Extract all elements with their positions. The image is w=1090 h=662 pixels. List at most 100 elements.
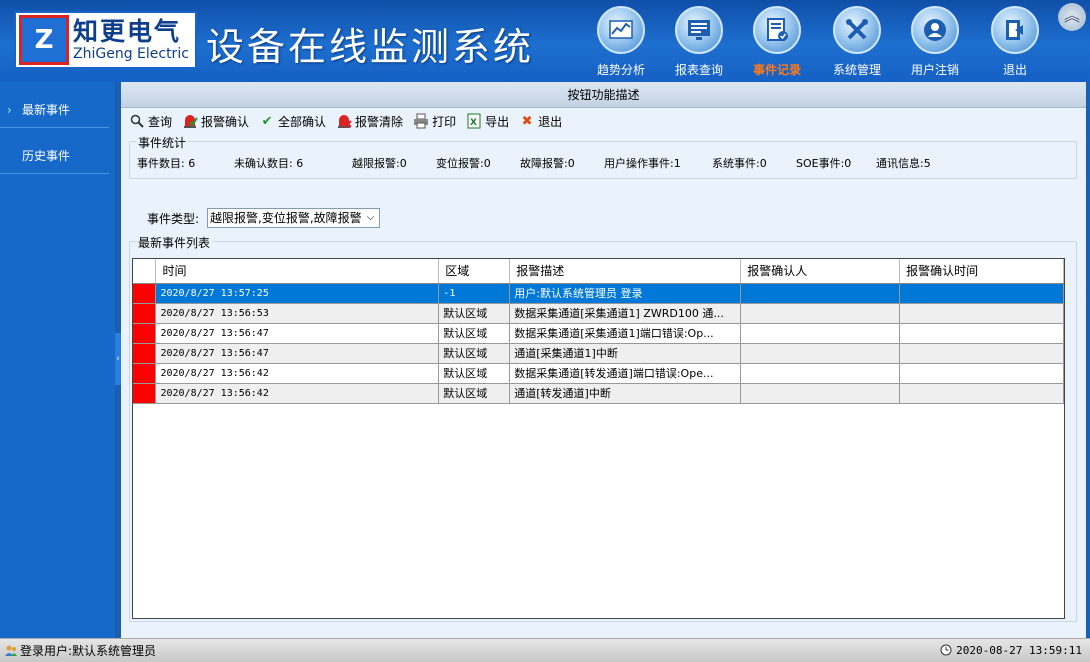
cell-confirmer [740,343,901,364]
nav-label: 事件记录 [752,63,801,77]
event-record-icon [753,6,801,54]
status-datetime: 2020-08-27 13:59:11 [956,644,1082,657]
cell-confirm-time [899,283,1064,304]
event-statistics-group: 事件统计 事件数目: 6 未确认数目: 6 越限报警:0 变位报警:0 故障报警… [129,134,1077,179]
status-bar: 登录用户:默认系统管理员 2020-08-27 13:59:11 [0,638,1090,662]
cell-time: 2020/8/27 13:56:47 [155,343,440,364]
exit-button[interactable]: ✖ 退出 [519,113,562,130]
stat-limit-alarm: 越限报警:0 [352,157,407,170]
cell-description: 数据采集通道[采集通道1] ZWRD100 通... [509,303,742,324]
stats-row: 事件数目: 6 未确认数目: 6 越限报警:0 变位报警:0 故障报警:0 用户… [137,155,931,171]
collapse-header-icon[interactable]: ︽ [1058,3,1086,31]
nav-user-logout[interactable]: 用户注销 [902,6,968,78]
alarm-flag [133,343,157,364]
tools-icon [833,6,881,54]
sidebar-item-latest-events[interactable]: › 最新事件 [0,82,109,128]
system-title: 设备在线监测系统 [206,25,535,69]
table-row[interactable]: 2020/8/27 13:56:42 默认区域 数据采集通道[转发通道]端口错误… [133,363,1064,384]
nav-label: 用户注销 [910,63,959,77]
report-monitor-icon [675,6,723,54]
stat-event-count: 事件数目: 6 [137,157,196,170]
table-row[interactable]: 2020/8/27 13:56:47 默认区域 通道[采集通道1]中断 [133,343,1064,364]
cell-time: 2020/8/27 13:56:47 [155,323,440,344]
cell-area: 默认区域 [438,303,511,324]
table-row[interactable]: 2020/8/27 13:56:42 默认区域 通道[转发通道]中断 [133,383,1064,404]
sidebar-item-history-events[interactable]: 历史事件 [0,128,109,174]
column-header-time[interactable]: 时间 [155,259,440,284]
cell-description: 通道[转发通道]中断 [509,383,742,404]
logo-mark: Z [19,15,69,65]
alarm-confirm-icon [182,113,198,129]
event-type-filter: 事件类型: 越限报警,变位报警,故障报警 ⌵ [147,208,381,228]
panel-title: 按钮功能描述 [121,82,1086,108]
excel-export-icon: X [466,113,482,129]
group-legend: 最新事件列表 [136,234,213,251]
nav-label: 报表查询 [674,63,723,77]
stat-change-alarm: 变位报警:0 [436,157,491,170]
table-header-row: 时间 区域 报警描述 报警确认人 报警确认时间 [133,259,1064,284]
column-header-confirmer[interactable]: 报警确认人 [740,259,901,284]
alarm-confirm-button[interactable]: 报警确认 [182,113,249,130]
printer-icon [413,113,429,129]
stat-fault-alarm: 故障报警:0 [520,157,575,170]
nav-label: 系统管理 [832,63,881,77]
svg-text:X: X [470,118,477,128]
app-header: Z 知更电气 ZhiGeng Electric 设备在线监测系统 趋势分析 报表… [0,0,1090,82]
cell-time: 2020/8/27 13:56:42 [155,363,440,384]
cell-confirm-time [899,323,1064,344]
cell-confirmer [740,283,901,304]
column-header-confirm-time[interactable]: 报警确认时间 [899,259,1064,284]
logo-en-text: ZhiGeng Electric [73,46,189,62]
cell-description: 数据采集通道[采集通道1]端口错误:Op... [509,323,742,344]
sidebar: › 最新事件 历史事件 [0,82,115,638]
toolbar: 查询 报警确认 ✔ 全部确认 报警清除 打印 X 导出 ✖ 退出 [129,111,572,131]
print-button[interactable]: 打印 [413,113,456,130]
exit-door-icon [991,6,1039,54]
nav-exit[interactable]: 退出 [982,6,1048,78]
clock-icon [940,644,954,658]
nav-system-management[interactable]: 系统管理 [824,6,890,78]
column-header-description[interactable]: 报警描述 [509,259,742,284]
chevron-down-icon: ⌵ [362,209,380,227]
event-type-select[interactable]: 越限报警,变位报警,故障报警 ⌵ [207,208,381,228]
cell-area: 默认区域 [438,363,511,384]
cell-confirm-time [899,383,1064,404]
alarm-clear-button[interactable]: 报警清除 [336,113,403,130]
logo-cn-text: 知更电气 [73,17,182,46]
nav-event-record[interactable]: 事件记录 [744,6,810,78]
cell-time: 2020/8/27 13:57:25 [155,283,440,304]
alarm-flag [133,303,157,324]
table-row[interactable]: 2020/8/27 13:56:47 默认区域 数据采集通道[采集通道1]端口错… [133,323,1064,344]
cell-confirmer [740,323,901,344]
table-row[interactable]: 2020/8/27 13:56:53 默认区域 数据采集通道[采集通道1] ZW… [133,303,1064,324]
nav-label: 退出 [1002,63,1027,77]
alarm-flag [133,283,157,304]
export-button[interactable]: X 导出 [466,113,509,130]
cell-area: 默认区域 [438,383,511,404]
logged-in-user: 登录用户:默认系统管理员 [20,644,157,658]
confirm-all-button[interactable]: ✔ 全部确认 [259,113,326,130]
cell-confirmer [740,363,901,384]
cell-confirm-time [899,363,1064,384]
stat-user-operation: 用户操作事件:1 [604,157,681,170]
company-logo: Z 知更电气 ZhiGeng Electric [14,11,197,69]
alarm-flag [133,383,157,404]
cell-time: 2020/8/27 13:56:53 [155,303,440,324]
cell-confirmer [740,383,901,404]
query-button[interactable]: 查询 [129,113,172,130]
trend-chart-icon [597,6,645,54]
cell-area: 默认区域 [438,323,511,344]
nav-label: 趋势分析 [596,63,645,77]
cell-confirmer [740,303,901,324]
nav-trend-analysis[interactable]: 趋势分析 [588,6,654,78]
cell-description: 数据采集通道[转发通道]端口错误:Ope... [509,363,742,384]
nav-report-query[interactable]: 报表查询 [666,6,732,78]
main-panel: 按钮功能描述 查询 报警确认 ✔ 全部确认 报警清除 打印 X 导出 ✖ 退出 [121,82,1086,638]
alarm-clear-icon [336,113,352,129]
event-table: 时间 区域 报警描述 报警确认人 报警确认时间 2020/8/27 13:57:… [132,258,1065,619]
table-row[interactable]: 2020/8/27 13:57:25 -1 用户:默认系统管理员 登录 [133,283,1064,304]
cell-time: 2020/8/27 13:56:42 [155,383,440,404]
event-type-label: 事件类型: [147,211,200,226]
checkmark-icon: ✔ [261,113,273,129]
column-header-area[interactable]: 区域 [438,259,511,284]
